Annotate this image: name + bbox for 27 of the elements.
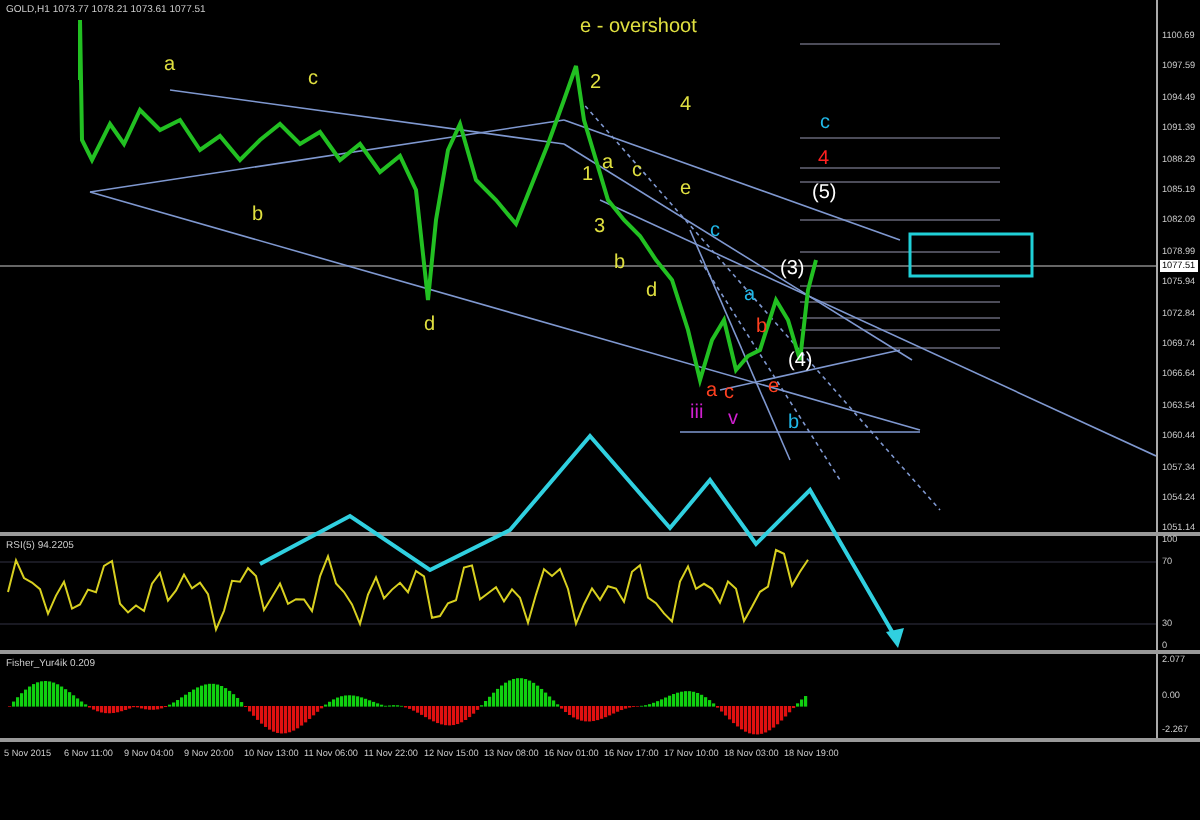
- wave-label: a: [706, 380, 718, 402]
- wave-label: b: [614, 252, 626, 274]
- wave-label: 1: [582, 164, 594, 186]
- wave-label: e: [680, 178, 692, 200]
- wave-label: 2: [590, 72, 602, 94]
- wave-label: c: [820, 112, 830, 134]
- highlight-rectangle: [908, 232, 1034, 278]
- wave-label: iii: [690, 402, 704, 424]
- wave-label: a: [164, 54, 176, 76]
- wave-label: d: [646, 280, 658, 302]
- wave-label: 4: [680, 94, 692, 116]
- wave-label: a: [744, 284, 756, 306]
- wave-label: b: [252, 204, 264, 226]
- wave-label: 3: [594, 216, 606, 238]
- wave-label: e - overshoot: [580, 16, 697, 38]
- wave-label: c: [632, 160, 642, 182]
- wave-label: a: [602, 152, 614, 174]
- wave-label: c: [308, 68, 318, 90]
- wave-label: d: [424, 314, 436, 336]
- wave-label: 4: [818, 148, 830, 170]
- wave-label: b: [788, 412, 800, 434]
- wave-label: (5): [812, 182, 837, 204]
- wave-label: (4): [788, 350, 813, 372]
- wave-label: v: [728, 408, 738, 430]
- wave-label: c: [724, 382, 734, 404]
- wave-label: (3): [780, 258, 805, 280]
- wave-label: c: [710, 220, 720, 242]
